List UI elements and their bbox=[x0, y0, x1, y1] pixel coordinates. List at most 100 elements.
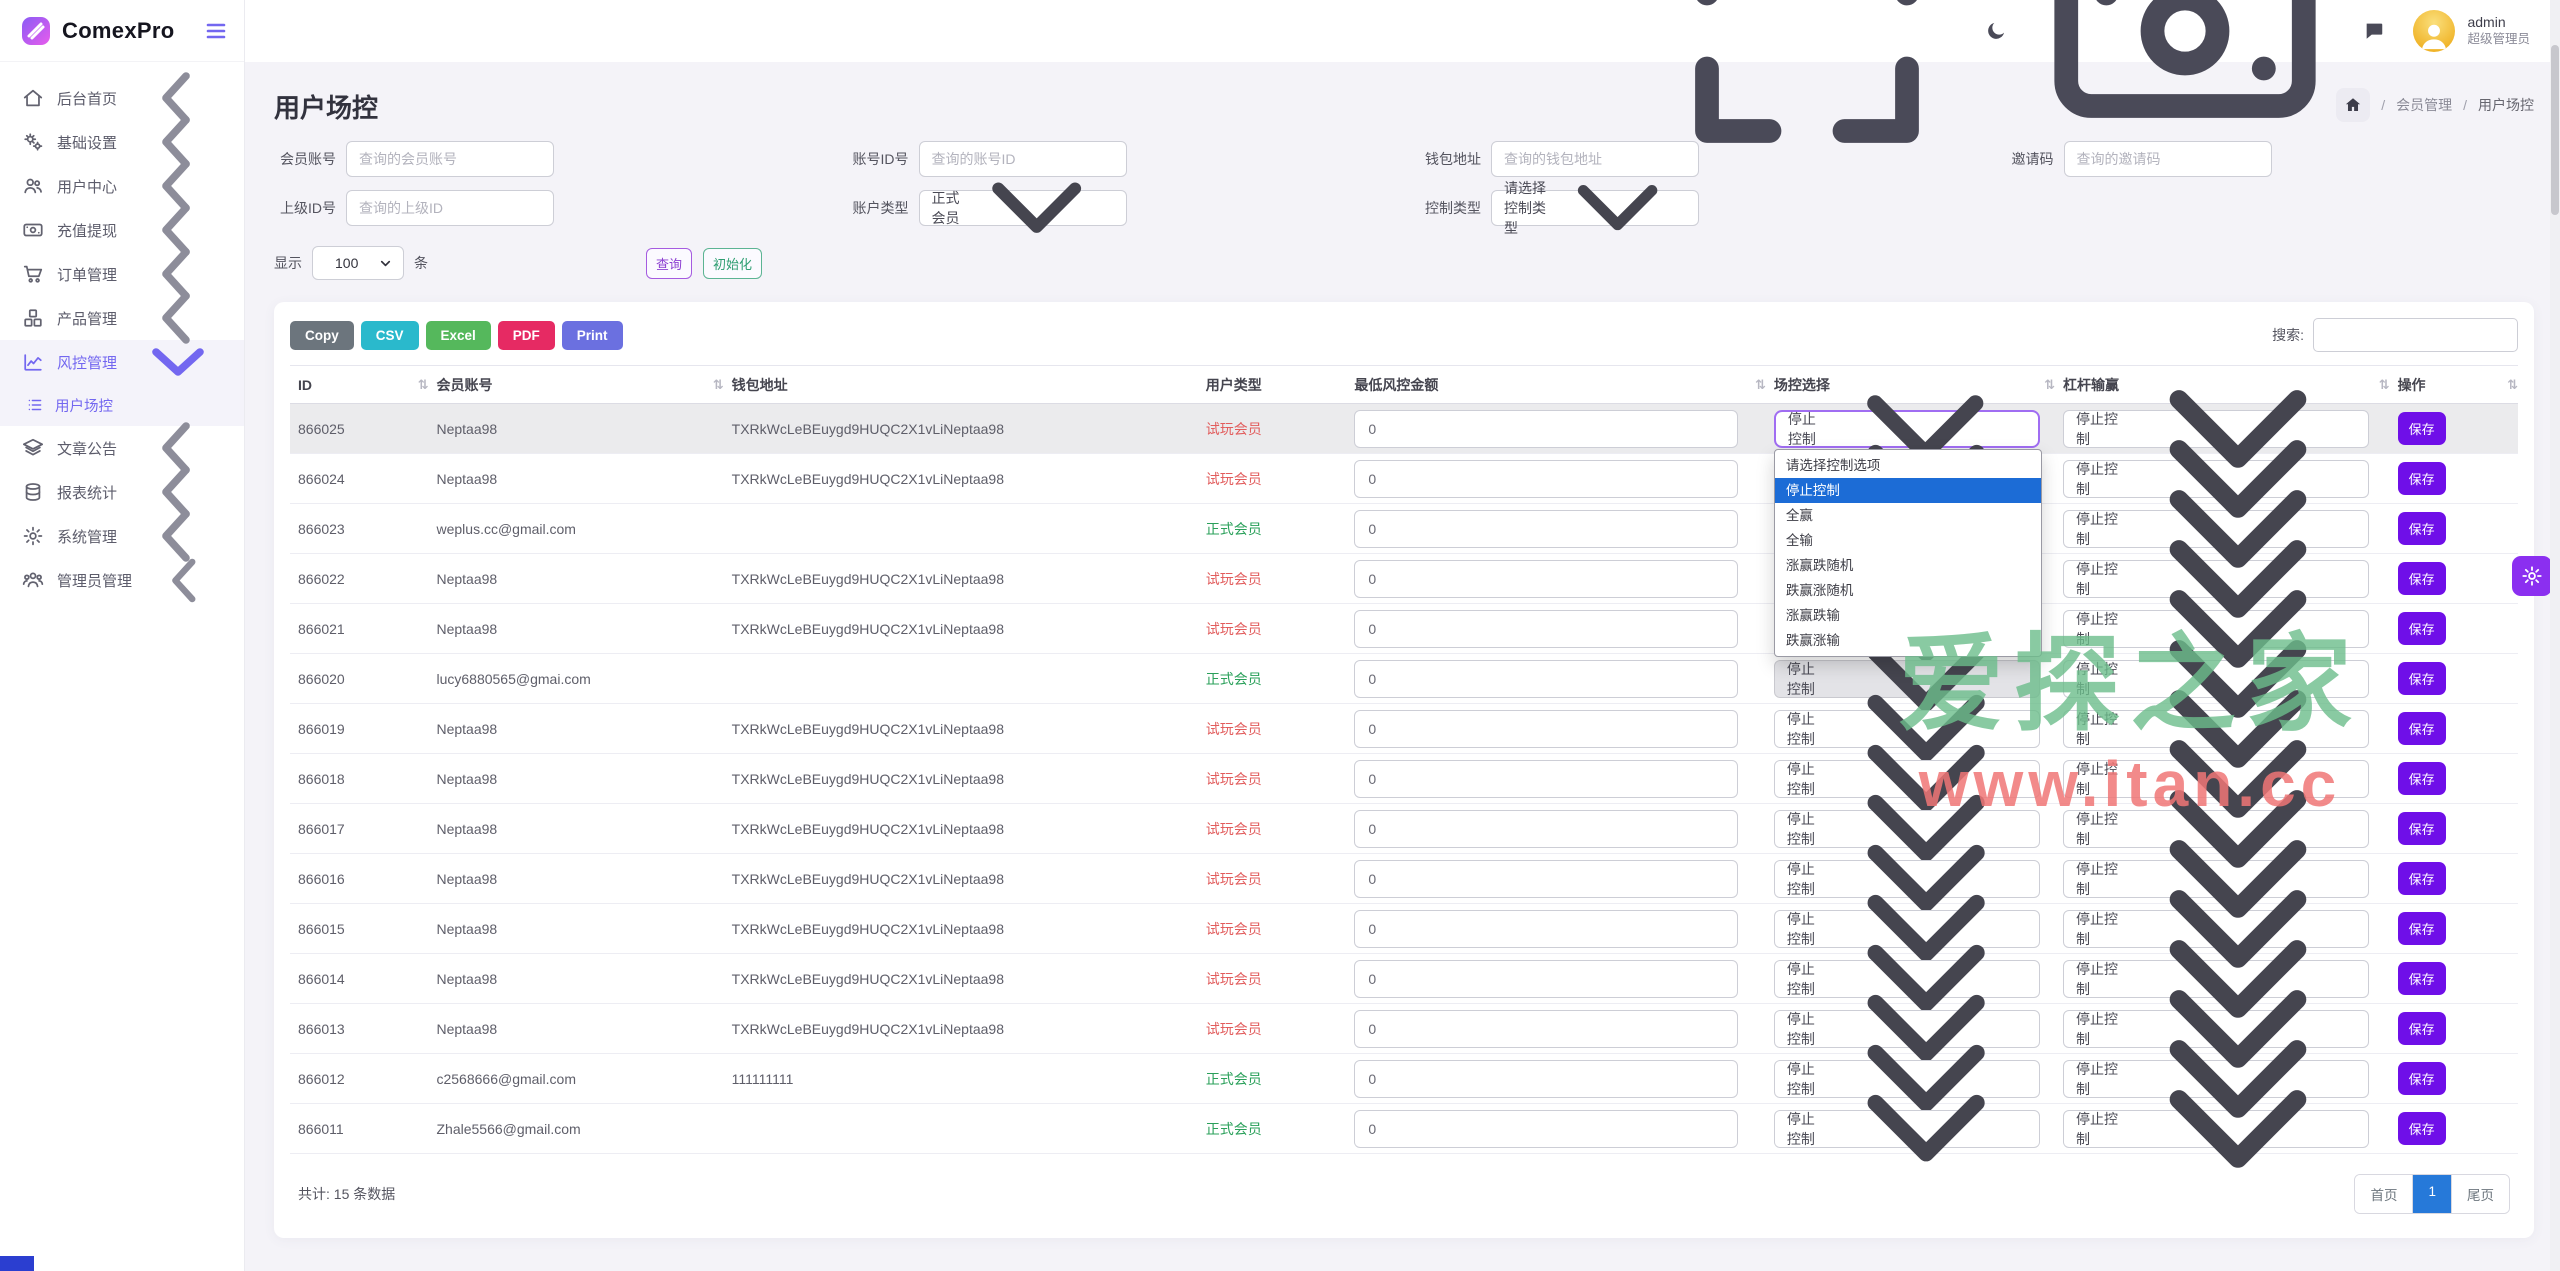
save-button[interactable]: 保存 bbox=[2398, 1012, 2446, 1045]
save-button[interactable]: 保存 bbox=[2398, 612, 2446, 645]
cell-min-risk-amount bbox=[1346, 604, 1766, 654]
filter-select-value: 请选择控制类型 bbox=[1504, 178, 1549, 238]
column-header-最低风控金额[interactable]: 最低风控金额⇅ bbox=[1346, 366, 1766, 404]
dropdown-option-全输[interactable]: 全输 bbox=[1775, 528, 2041, 553]
min-risk-amount-input[interactable] bbox=[1354, 560, 1738, 598]
cell-min-risk-amount bbox=[1346, 554, 1766, 604]
sidebar: ComexPro 后台首页基础设置用户中心充值提现订单管理产品管理风控管理用户场… bbox=[0, 0, 245, 1271]
save-button[interactable]: 保存 bbox=[2398, 812, 2446, 845]
min-risk-amount-input[interactable] bbox=[1354, 460, 1738, 498]
save-button[interactable]: 保存 bbox=[2398, 662, 2446, 695]
cash-icon[interactable] bbox=[2035, 0, 2335, 181]
user-type-badge: 试玩会员 bbox=[1206, 571, 1262, 587]
sidebar-item-管理员管理[interactable]: 管理员管理 bbox=[0, 558, 244, 602]
save-button[interactable]: 保存 bbox=[2398, 462, 2446, 495]
filter-input-上级ID号[interactable] bbox=[346, 190, 554, 226]
save-button[interactable]: 保存 bbox=[2398, 412, 2446, 445]
table-row-866011: 866011Zhale5566@gmail.com正式会员停止控制停止控制保存 bbox=[290, 1104, 2518, 1154]
pagination-last[interactable]: 尾页 bbox=[2452, 1175, 2509, 1213]
dropdown-option-涨赢跌输[interactable]: 涨赢跌输 bbox=[1775, 603, 2041, 628]
column-header-会员账号[interactable]: 会员账号⇅ bbox=[428, 366, 723, 404]
per-page-select[interactable]: 100 bbox=[312, 246, 404, 280]
save-button[interactable]: 保存 bbox=[2398, 512, 2446, 545]
dropdown-option-全赢[interactable]: 全赢 bbox=[1775, 503, 2041, 528]
leverage-select[interactable]: 停止控制 bbox=[2063, 1110, 2369, 1148]
min-risk-amount-input[interactable] bbox=[1354, 860, 1738, 898]
filter-select-控制类型[interactable]: 请选择控制类型 bbox=[1491, 190, 1699, 226]
save-button[interactable]: 保存 bbox=[2398, 562, 2446, 595]
scrollbar-thumb[interactable] bbox=[2551, 45, 2559, 215]
fullscreen-icon[interactable] bbox=[1657, 0, 1957, 181]
comexpro-logo-icon bbox=[20, 15, 52, 47]
chat-icon[interactable] bbox=[2363, 20, 2385, 42]
min-risk-amount-input[interactable] bbox=[1354, 960, 1738, 998]
column-label: 杠杆输赢 bbox=[2063, 377, 2119, 393]
dropdown-option-跌赢涨随机[interactable]: 跌赢涨随机 bbox=[1775, 578, 2041, 603]
save-button[interactable]: 保存 bbox=[2398, 1062, 2446, 1095]
min-risk-amount-input[interactable] bbox=[1354, 760, 1738, 798]
cell-user-type: 正式会员 bbox=[1198, 1104, 1347, 1154]
min-risk-amount-input[interactable] bbox=[1354, 1110, 1738, 1148]
dropdown-option-跌赢涨输[interactable]: 跌赢涨输 bbox=[1775, 628, 2041, 653]
sort-icon[interactable]: ⇅ bbox=[418, 377, 429, 393]
min-risk-amount-input[interactable] bbox=[1354, 810, 1738, 848]
export-excel-button[interactable]: Excel bbox=[426, 321, 491, 350]
moon-icon[interactable] bbox=[1985, 20, 2007, 42]
field-control-dropdown: 请选择控制选项停止控制全赢全输涨赢跌随机跌赢涨随机涨赢跌输跌赢涨输 bbox=[1774, 449, 2042, 657]
save-button[interactable]: 保存 bbox=[2398, 712, 2446, 745]
cell-action: 保存 bbox=[2390, 504, 2518, 554]
cell-id: 866021 bbox=[290, 604, 428, 654]
sort-icon[interactable]: ⇅ bbox=[2044, 377, 2055, 393]
min-risk-amount-input[interactable] bbox=[1354, 410, 1738, 448]
menu-toggle-icon[interactable] bbox=[204, 19, 228, 43]
export-pdf-button[interactable]: PDF bbox=[498, 321, 555, 350]
chevron-down-icon bbox=[378, 256, 393, 271]
query-button[interactable]: 查询 bbox=[646, 248, 692, 279]
leverage-value: 停止控制 bbox=[2076, 909, 2120, 949]
cell-wallet: TXRkWcLeBEuygd9HUQC2X1vLiNeptaa98 bbox=[724, 704, 1198, 754]
min-risk-amount-input[interactable] bbox=[1354, 660, 1738, 698]
min-risk-amount-input[interactable] bbox=[1354, 510, 1738, 548]
sidebar-item-风控管理[interactable]: 风控管理 bbox=[0, 340, 244, 384]
save-button[interactable]: 保存 bbox=[2398, 762, 2446, 795]
min-risk-amount-input[interactable] bbox=[1354, 910, 1738, 948]
min-risk-amount-input[interactable] bbox=[1354, 1010, 1738, 1048]
breadcrumb-item-parent[interactable]: 会员管理 bbox=[2396, 95, 2452, 115]
field-control-select[interactable]: 停止控制 bbox=[1774, 1110, 2040, 1148]
dropdown-option-停止控制[interactable]: 停止控制 bbox=[1775, 478, 2041, 503]
cell-wallet: TXRkWcLeBEuygd9HUQC2X1vLiNeptaa98 bbox=[724, 804, 1198, 854]
export-csv-button[interactable]: CSV bbox=[361, 321, 419, 350]
sort-icon[interactable]: ⇅ bbox=[2379, 377, 2390, 393]
save-button[interactable]: 保存 bbox=[2398, 862, 2446, 895]
filter-select-账户类型[interactable]: 正式会员 bbox=[919, 190, 1127, 226]
filter-label: 钱包地址 bbox=[1419, 149, 1481, 169]
min-risk-amount-input[interactable] bbox=[1354, 1060, 1738, 1098]
save-button[interactable]: 保存 bbox=[2398, 1112, 2446, 1145]
sidebar-item-label: 产品管理 bbox=[57, 308, 117, 329]
scrollbar-track bbox=[2550, 0, 2560, 1271]
save-button[interactable]: 保存 bbox=[2398, 912, 2446, 945]
min-risk-amount-input[interactable] bbox=[1354, 610, 1738, 648]
filter-input-会员账号[interactable] bbox=[346, 141, 554, 177]
column-header-杠杆输赢[interactable]: 杠杆输赢 ⇅ bbox=[2055, 366, 2390, 404]
min-risk-amount-input[interactable] bbox=[1354, 710, 1738, 748]
user-menu[interactable]: admin 超级管理员 bbox=[2413, 10, 2530, 52]
pagination-first[interactable]: 首页 bbox=[2355, 1175, 2413, 1213]
column-header-操作[interactable]: 操作⇅ bbox=[2390, 366, 2518, 404]
column-header-ID[interactable]: ID⇅ bbox=[290, 366, 428, 404]
dropdown-option-涨赢跌随机[interactable]: 涨赢跌随机 bbox=[1775, 553, 2041, 578]
save-button[interactable]: 保存 bbox=[2398, 962, 2446, 995]
reset-button[interactable]: 初始化 bbox=[703, 248, 762, 279]
sort-icon[interactable]: ⇅ bbox=[1755, 377, 1766, 393]
sort-icon[interactable]: ⇅ bbox=[2507, 377, 2518, 393]
cell-wallet: 111111111 bbox=[724, 1054, 1198, 1104]
sort-icon[interactable]: ⇅ bbox=[713, 377, 724, 393]
avatar bbox=[2413, 10, 2455, 52]
export-copy-button[interactable]: Copy bbox=[290, 321, 354, 350]
user-type-badge: 正式会员 bbox=[1206, 521, 1262, 537]
dropdown-option-请选择控制选项[interactable]: 请选择控制选项 bbox=[1775, 453, 2041, 478]
settings-fab[interactable] bbox=[2512, 556, 2552, 596]
export-print-button[interactable]: Print bbox=[562, 321, 623, 350]
cell-id: 866012 bbox=[290, 1054, 428, 1104]
pagination-page-1[interactable]: 1 bbox=[2413, 1175, 2452, 1213]
